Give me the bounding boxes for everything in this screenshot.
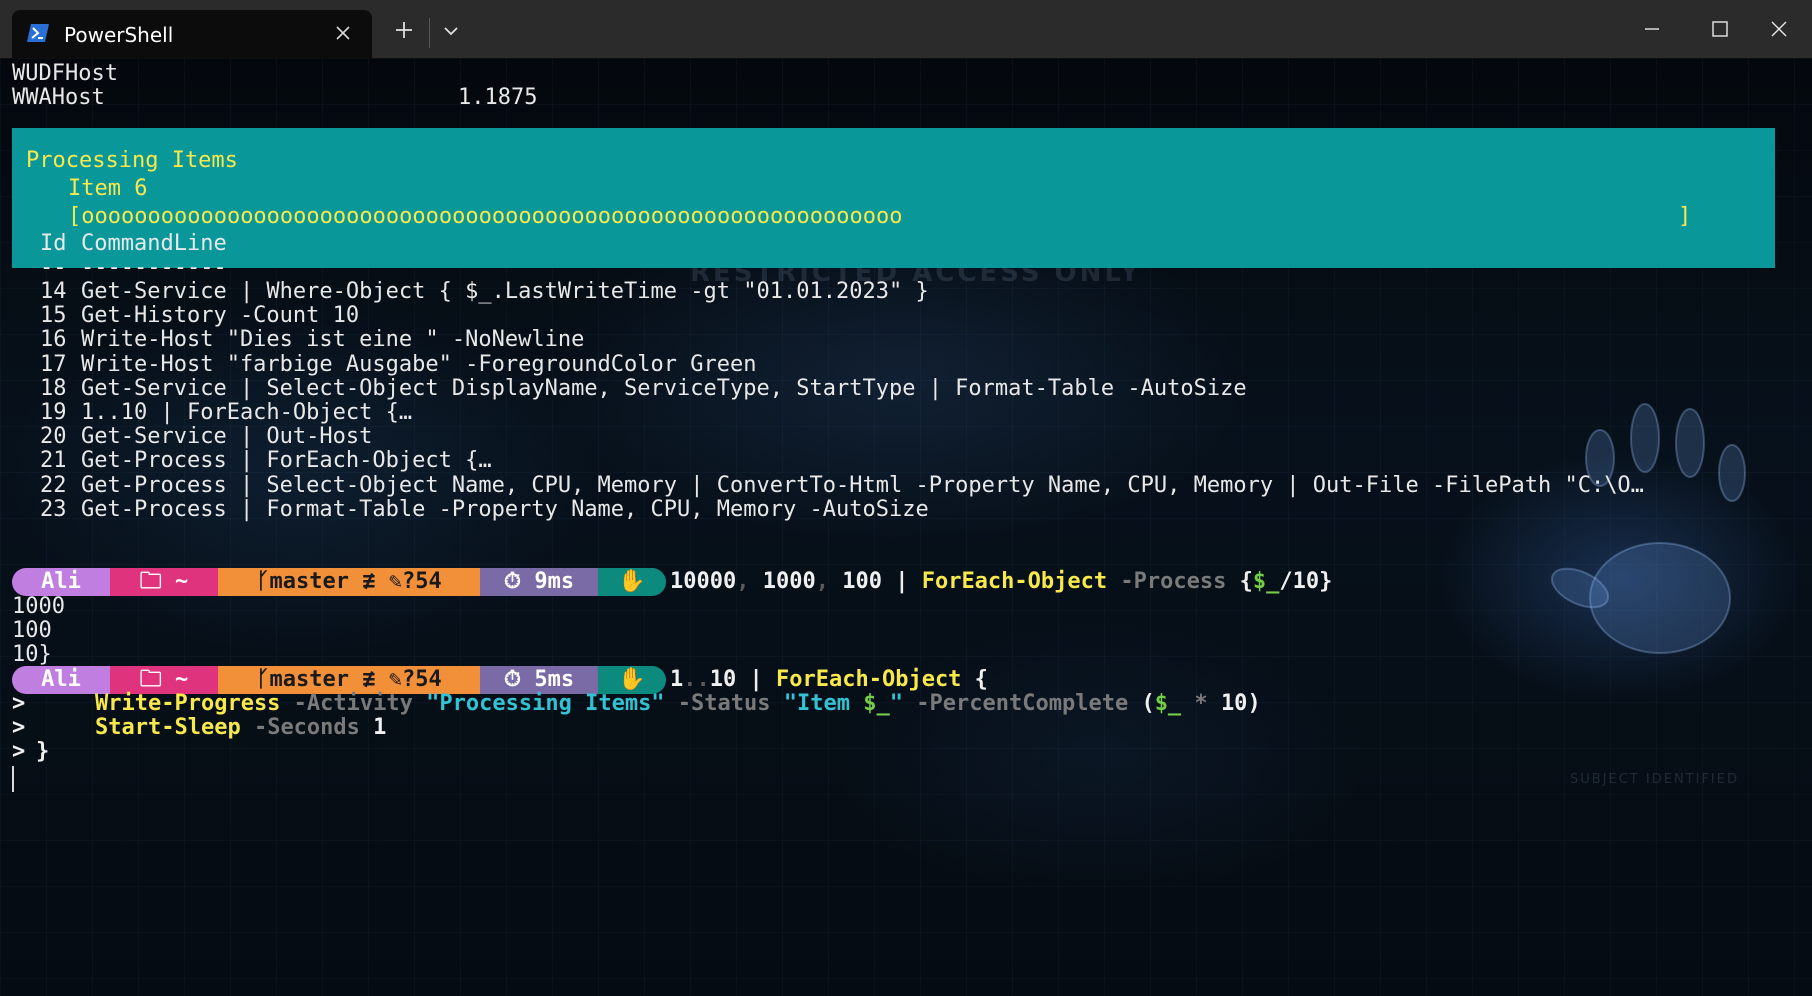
cmd-token: | [736, 667, 776, 692]
cmd-token: " [889, 691, 904, 716]
cmd-token: 10 [709, 667, 737, 692]
cmd-token: /10} [1279, 569, 1333, 594]
cmd-token: { [961, 667, 988, 692]
shell-icon: ✋ [618, 667, 646, 692]
chevron-down-icon[interactable] [436, 14, 466, 46]
cmd-token: -Status [664, 691, 784, 716]
plus-icon[interactable] [388, 14, 420, 46]
git-untracked: ?54 [401, 667, 442, 692]
progress-bar-open: [ [68, 204, 82, 229]
progress-bar-close: ] [1678, 204, 1692, 229]
cmd-token: 100 [828, 569, 882, 594]
handprint-image [1550, 403, 1746, 654]
continuation-marker: > [12, 739, 26, 764]
cmd-token: $_ [1154, 691, 1182, 716]
folder-icon: 🗀 [139, 667, 162, 692]
progress-panel: Processing Items Item 6 [ooooooooooooooo… [12, 128, 1775, 268]
continuation-marker: > [12, 691, 26, 716]
edit-icon: ✎ [388, 667, 402, 692]
cmd-token: 10000 [670, 569, 737, 594]
tab-powershell[interactable]: PowerShell [12, 10, 372, 58]
output-line: WWAHost 1.1875 [12, 84, 537, 112]
cmd-token: $_ [863, 691, 890, 716]
prompt-duration-text: 5ms [534, 667, 575, 692]
tab-title: PowerShell [64, 23, 174, 47]
history-commandline: Get-Process | Format-Table -Property Nam… [81, 496, 929, 522]
prompt-shell: ✋ [598, 568, 666, 596]
git-sync-status: ≢ [362, 667, 376, 692]
cmd-token: 1 [373, 715, 387, 740]
cmd-token: "Item [783, 691, 864, 716]
prompt-duration: ⏱ 9ms [480, 568, 598, 596]
command-text: 10000, 1000, 100 | ForEach-Object -Proce… [670, 568, 1332, 596]
cmd-token: ForEach-Object [921, 569, 1108, 594]
close-icon[interactable] [332, 22, 354, 44]
cmd-token: { [1226, 569, 1253, 594]
minimize-icon[interactable] [1617, 0, 1685, 56]
background-watermark: SUBJECT IDENTIFIED [1570, 772, 1739, 787]
cmd-token: -PercentComplete [903, 691, 1142, 716]
cmd-token: Start-Sleep [95, 715, 241, 740]
powershell-icon [26, 22, 50, 44]
cmd-token: -Process [1107, 569, 1227, 594]
cmd-token: $_ [1252, 569, 1280, 594]
prompt-path-text: ~ [175, 569, 189, 594]
cmd-token: * [1181, 691, 1221, 716]
cmd-token: | [881, 569, 922, 594]
git-untracked: ?54 [401, 569, 442, 594]
git-branch: master [269, 667, 349, 692]
prompt-git: ᚴmaster ≢ ✎?54 [218, 568, 480, 596]
prompt-path-text: ~ [175, 667, 189, 692]
cmd-token: -Activity [280, 691, 427, 716]
continuation-marker: > [12, 715, 26, 740]
cmd-token: , [815, 569, 829, 594]
edit-icon: ✎ [388, 569, 402, 594]
progress-activity: Processing Items [26, 148, 238, 173]
cmd-token: , [736, 569, 750, 594]
cmd-token: 1000 [749, 569, 816, 594]
title-bar: PowerShell [0, 0, 1812, 58]
shell-icon: ✋ [618, 569, 646, 594]
prompt-path: 🗀 ~ [110, 568, 218, 596]
git-branch-icon: ᚴ [256, 569, 270, 594]
process-name: WWAHost [12, 85, 105, 110]
history-id: 23 [40, 496, 67, 522]
progress-status: Item 6 [68, 176, 148, 201]
process-value: 1.1875 [458, 85, 538, 110]
stopwatch-icon: ⏱ [503, 569, 522, 594]
cmd-token: 10 [1220, 691, 1248, 716]
cmd-token: ) [1247, 691, 1261, 716]
cmd-token: ( [1141, 691, 1155, 716]
prompt-duration-text: 9ms [534, 569, 575, 594]
cmd-token: 1 [670, 667, 684, 692]
tab-divider [429, 18, 430, 48]
output-line: 10} [12, 642, 52, 667]
process-name: WUDFHost [12, 61, 118, 86]
prompt-user: Ali [12, 568, 110, 596]
terminal-window: PowerShell RESTRICTED ACCESS ONLY SUBJEC… [0, 0, 1812, 996]
folder-icon: 🗀 [139, 569, 162, 594]
cmd-token: .. [683, 667, 710, 692]
cmd-token: Write-Progress [95, 691, 281, 716]
progress-bar-fill: oooooooooooooooooooooooooooooooooooooooo… [81, 204, 903, 229]
git-branch: master [269, 569, 349, 594]
text-cursor [12, 766, 14, 792]
stopwatch-icon: ⏱ [503, 667, 522, 692]
closing-brace: } [36, 739, 50, 764]
cmd-token: "Processing Items" [426, 691, 665, 716]
close-icon[interactable] [1744, 0, 1812, 56]
cmd-token: ForEach-Object [776, 667, 962, 692]
maximize-icon[interactable] [1685, 0, 1753, 56]
git-sync-status: ≢ [362, 569, 376, 594]
progress-bar: [ooooooooooooooooooooooooooooooooooooooo… [68, 203, 902, 231]
git-branch-icon: ᚴ [256, 667, 270, 692]
continuation-line: >} [12, 738, 49, 766]
terminal-output[interactable]: RESTRICTED ACCESS ONLY SUBJECT IDENTIFIE… [0, 58, 1812, 996]
cmd-token: -Seconds [240, 715, 374, 740]
